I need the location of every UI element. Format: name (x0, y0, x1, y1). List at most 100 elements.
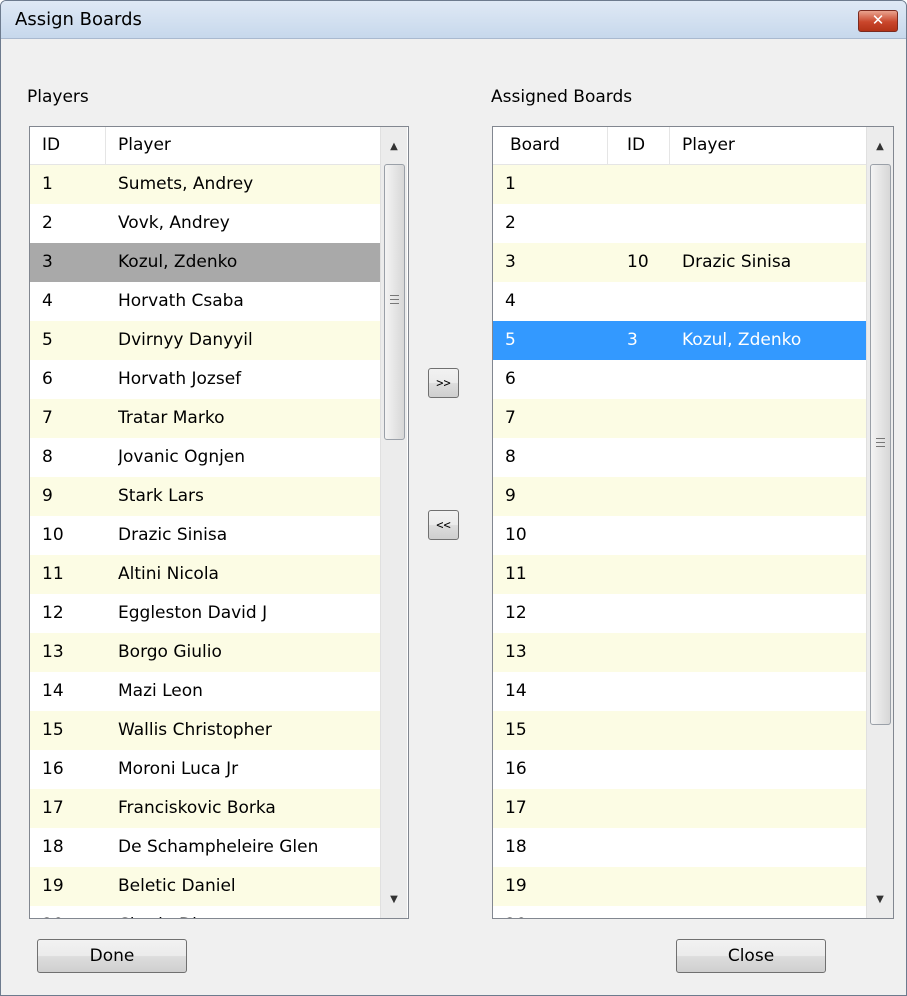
player-id-cell: 15 (42, 720, 64, 740)
player-id-cell: 5 (42, 330, 53, 350)
board-row[interactable]: 14 (493, 672, 866, 711)
board-row[interactable]: 18 (493, 828, 866, 867)
assigned-boards-list[interactable]: Board ID Player 1 2 3 10 Drazic Sinisa 4 5 3 Koz… (492, 126, 894, 919)
board-row[interactable]: 10 (493, 516, 866, 555)
board-player-id-cell (627, 906, 667, 918)
boards-scroll-thumb[interactable] (870, 164, 891, 725)
player-name-cell: Altini Nicola (118, 564, 219, 584)
window-close-button[interactable]: ✕ (858, 10, 898, 32)
board-number-cell: 19 (505, 876, 527, 896)
column-header-player[interactable]: Player (670, 127, 866, 164)
board-number-cell: 1 (505, 174, 516, 194)
player-id-cell: 1 (42, 174, 53, 194)
player-row[interactable]: 17 Franciskovic Borka (30, 789, 380, 828)
assign-button[interactable]: >> (428, 368, 459, 398)
board-row[interactable]: 13 (493, 633, 866, 672)
board-row[interactable]: 5 3 Kozul, Zdenko (493, 321, 866, 360)
board-row[interactable]: 6 (493, 360, 866, 399)
player-row[interactable]: 10 Drazic Sinisa (30, 516, 380, 555)
player-row[interactable]: 8 Jovanic Ognjen (30, 438, 380, 477)
assigned-boards-label: Assigned Boards (491, 87, 633, 107)
board-player-name-cell (682, 750, 866, 789)
board-player-name-cell (682, 555, 866, 594)
board-row[interactable]: 4 (493, 282, 866, 321)
board-row[interactable]: 12 (493, 594, 866, 633)
board-player-id-cell (627, 438, 667, 477)
boards-scrollbar[interactable]: ▲ ▼ (866, 127, 893, 918)
board-player-name-cell (682, 282, 866, 321)
scroll-down-arrow-icon[interactable]: ▼ (867, 888, 893, 912)
board-number-cell: 9 (505, 486, 516, 506)
board-player-id-cell (627, 477, 667, 516)
player-row[interactable]: 6 Horvath Jozsef (30, 360, 380, 399)
player-name-cell: Borgo Giulio (118, 642, 222, 662)
board-row[interactable]: 17 (493, 789, 866, 828)
board-number-cell: 16 (505, 759, 527, 779)
player-row[interactable]: 19 Beletic Daniel (30, 867, 380, 906)
board-row[interactable]: 20 (493, 906, 866, 918)
board-row[interactable]: 7 (493, 399, 866, 438)
board-player-name-cell (682, 477, 866, 516)
player-id-cell: 3 (42, 252, 53, 272)
player-row[interactable]: 9 Stark Lars (30, 477, 380, 516)
board-player-id-cell: 3 (627, 330, 638, 350)
board-row[interactable]: 1 (493, 165, 866, 204)
player-row[interactable]: 4 Horvath Csaba (30, 282, 380, 321)
board-player-name-cell (682, 204, 866, 243)
column-header-id[interactable]: ID (30, 127, 106, 164)
close-button[interactable]: Close (676, 939, 826, 973)
player-row[interactable]: 18 De Schampheleire Glen (30, 828, 380, 867)
scroll-up-arrow-icon[interactable]: ▲ (381, 135, 407, 159)
board-player-name-cell (682, 360, 866, 399)
board-row[interactable]: 9 (493, 477, 866, 516)
player-id-cell: 4 (42, 291, 53, 311)
player-row[interactable]: 15 Wallis Christopher (30, 711, 380, 750)
player-row[interactable]: 7 Tratar Marko (30, 399, 380, 438)
board-row[interactable]: 19 (493, 867, 866, 906)
done-button[interactable]: Done (37, 939, 187, 973)
player-row[interactable]: 5 Dvirnyy Danyyil (30, 321, 380, 360)
unassign-button[interactable]: << (428, 510, 459, 540)
board-number-cell: 18 (505, 837, 527, 857)
player-id-cell: 2 (42, 213, 53, 233)
player-row[interactable]: 13 Borgo Giulio (30, 633, 380, 672)
player-id-cell: 6 (42, 369, 53, 389)
player-row[interactable]: 3 Kozul, Zdenko (30, 243, 380, 282)
board-player-name-cell (682, 906, 866, 918)
column-header-id[interactable]: ID (608, 127, 670, 164)
player-row[interactable]: 12 Eggleston David J (30, 594, 380, 633)
board-row[interactable]: 15 (493, 711, 866, 750)
board-row[interactable]: 2 (493, 204, 866, 243)
players-scroll-thumb[interactable] (384, 164, 405, 440)
board-row[interactable]: 16 (493, 750, 866, 789)
player-row[interactable]: 11 Altini Nicola (30, 555, 380, 594)
player-row[interactable]: 20 Cherin Diego (30, 906, 380, 918)
player-row[interactable]: 14 Mazi Leon (30, 672, 380, 711)
board-player-name-cell (682, 711, 866, 750)
board-number-cell: 4 (505, 291, 516, 311)
board-number-cell: 2 (505, 213, 516, 233)
boards-header: Board ID Player (493, 127, 866, 165)
board-row[interactable]: 11 (493, 555, 866, 594)
player-name-cell: Drazic Sinisa (118, 525, 228, 545)
column-header-board[interactable]: Board (493, 127, 608, 164)
scroll-up-arrow-icon[interactable]: ▲ (867, 135, 893, 159)
player-name-cell: Stark Lars (118, 486, 204, 506)
player-name-cell: Moroni Luca Jr (118, 759, 239, 779)
board-row[interactable]: 3 10 Drazic Sinisa (493, 243, 866, 282)
board-player-id-cell (627, 399, 667, 438)
board-player-name-cell (682, 516, 866, 555)
player-row[interactable]: 1 Sumets, Andrey (30, 165, 380, 204)
players-scrollbar[interactable]: ▲ ▼ (380, 127, 407, 918)
board-player-name-cell: Kozul, Zdenko (682, 330, 802, 350)
player-name-cell: Cherin Diego (118, 906, 380, 918)
column-header-player[interactable]: Player (106, 127, 380, 164)
scroll-down-arrow-icon[interactable]: ▼ (381, 888, 407, 912)
player-row[interactable]: 16 Moroni Luca Jr (30, 750, 380, 789)
board-number-cell: 3 (505, 252, 516, 272)
player-id-cell: 16 (42, 759, 64, 779)
board-row[interactable]: 8 (493, 438, 866, 477)
board-player-name-cell (682, 867, 866, 906)
player-row[interactable]: 2 Vovk, Andrey (30, 204, 380, 243)
players-list[interactable]: ID Player 1 Sumets, Andrey 2 Vovk, Andrey 3 K… (29, 126, 409, 919)
